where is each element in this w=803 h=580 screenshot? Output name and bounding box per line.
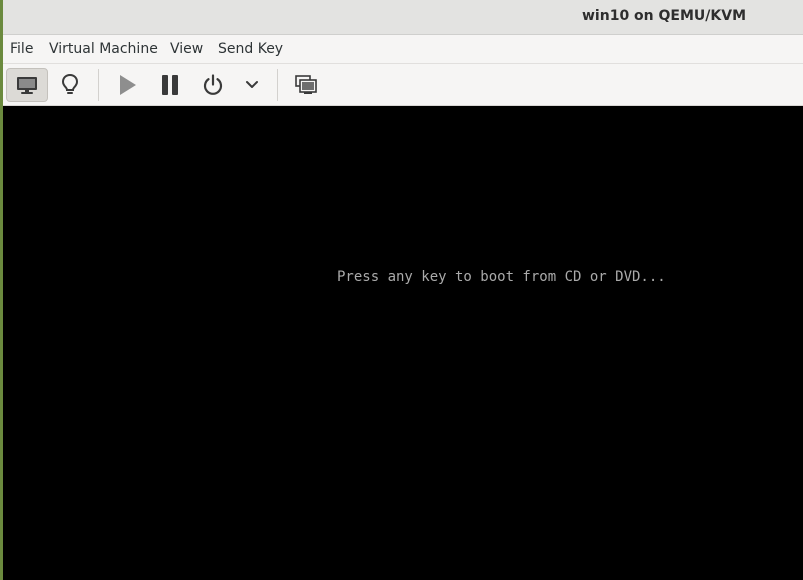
monitor-icon: [17, 77, 37, 94]
vm-console-display[interactable]: Press any key to boot from CD or DVD...: [0, 106, 803, 580]
details-view-button[interactable]: [49, 68, 91, 102]
menu-view[interactable]: View: [170, 41, 203, 57]
snapshots-icon: [295, 75, 317, 94]
toolbar: [0, 64, 803, 106]
shutdown-menu-button[interactable]: [231, 68, 273, 102]
title-bar[interactable]: win10 on QEMU/KVM: [0, 0, 803, 35]
chevron-down-icon: [246, 81, 258, 88]
toolbar-separator: [98, 69, 99, 101]
play-icon: [120, 75, 136, 95]
boot-prompt-text: Press any key to boot from CD or DVD...: [337, 269, 666, 285]
snapshots-button[interactable]: [285, 68, 327, 102]
menu-send-key[interactable]: Send Key: [218, 41, 283, 57]
menu-file[interactable]: File: [10, 41, 33, 57]
pause-icon: [162, 75, 178, 95]
power-icon: [203, 74, 223, 95]
window-left-edge: [0, 0, 3, 580]
vm-window: win10 on QEMU/KVM File Virtual Machine V…: [0, 0, 803, 580]
lightbulb-icon: [61, 73, 79, 94]
window-title: win10 on QEMU/KVM: [582, 8, 747, 24]
menu-virtual-machine[interactable]: Virtual Machine: [49, 41, 158, 57]
console-view-button[interactable]: [6, 68, 48, 102]
toolbar-separator: [277, 69, 278, 101]
shutdown-button[interactable]: [192, 68, 234, 102]
pause-button[interactable]: [149, 68, 191, 102]
menu-bar: File Virtual Machine View Send Key: [0, 35, 803, 64]
run-button[interactable]: [106, 68, 148, 102]
